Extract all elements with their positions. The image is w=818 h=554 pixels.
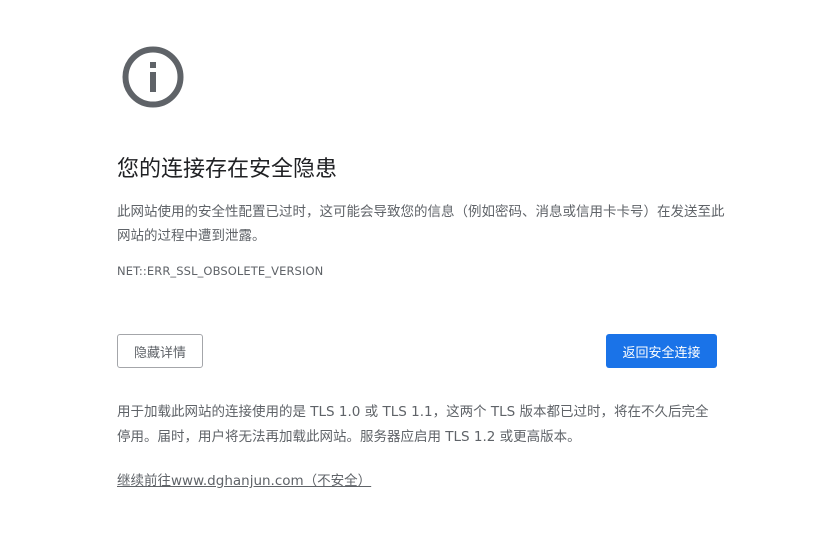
hide-details-button[interactable]: 隐藏详情	[117, 334, 203, 368]
security-description: 此网站使用的安全性配置已过时，这可能会导致您的信息（例如密码、消息或信用卡卡号）…	[117, 204, 725, 244]
back-to-safety-button[interactable]: 返回安全连接	[606, 334, 717, 368]
tls-explanation: 用于加载此网站的连接使用的是 TLS 1.0 或 TLS 1.1，这两个 TLS…	[117, 404, 709, 445]
error-code[interactable]: NET::ERR_SSL_OBSOLETE_VERSION	[117, 263, 323, 279]
info-circle-icon	[122, 46, 184, 108]
interstitial-page: 您的连接存在安全隐患 此网站使用的安全性配置已过时，这可能会导致您的信息（例如密…	[0, 0, 818, 554]
page-title: 您的连接存在安全隐患	[117, 157, 338, 182]
proceed-unsafe-link[interactable]: 继续前往www.dghanjun.com（不安全）	[117, 469, 371, 493]
